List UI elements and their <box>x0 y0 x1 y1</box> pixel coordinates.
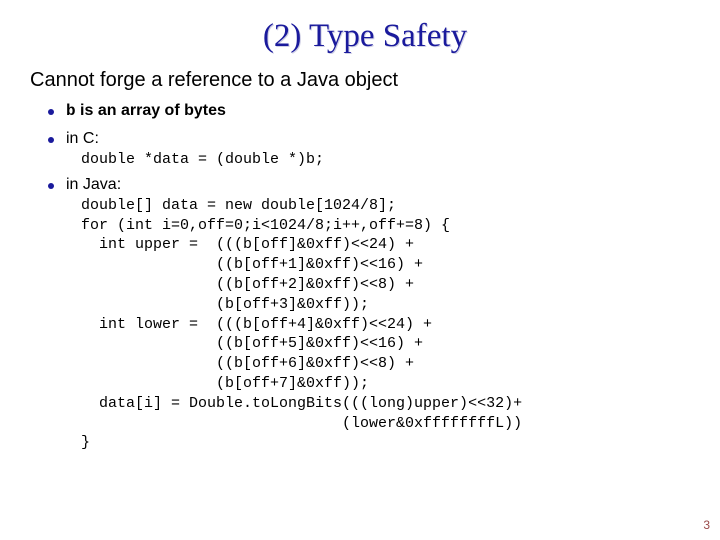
bullet-icon <box>48 137 54 143</box>
bullet-list: b is an array of bytes in C: double *dat… <box>48 102 694 453</box>
slide-title: (2) Type Safety <box>36 18 694 55</box>
code-block-c: double *data = (double *)b; <box>81 150 694 170</box>
code-block-java: double[] data = new double[1024/8]; for … <box>81 196 694 453</box>
bullet-text: in Java: <box>66 176 121 194</box>
bullet-icon <box>48 183 54 189</box>
code-inline: b <box>66 102 76 120</box>
page-number: 3 <box>703 518 710 532</box>
bullet-text: b is an array of bytes <box>66 102 226 120</box>
bullet-icon <box>48 109 54 115</box>
bullet-item: in C: <box>48 130 694 148</box>
bullet-item: b is an array of bytes <box>48 102 694 120</box>
slide: (2) Type Safety Cannot forge a reference… <box>0 0 720 540</box>
bullet-item: in Java: <box>48 176 694 194</box>
bullet-text-rest: is an array of bytes <box>76 102 226 119</box>
bullet-text: in C: <box>66 130 99 148</box>
slide-subtitle: Cannot forge a reference to a Java objec… <box>30 69 694 92</box>
